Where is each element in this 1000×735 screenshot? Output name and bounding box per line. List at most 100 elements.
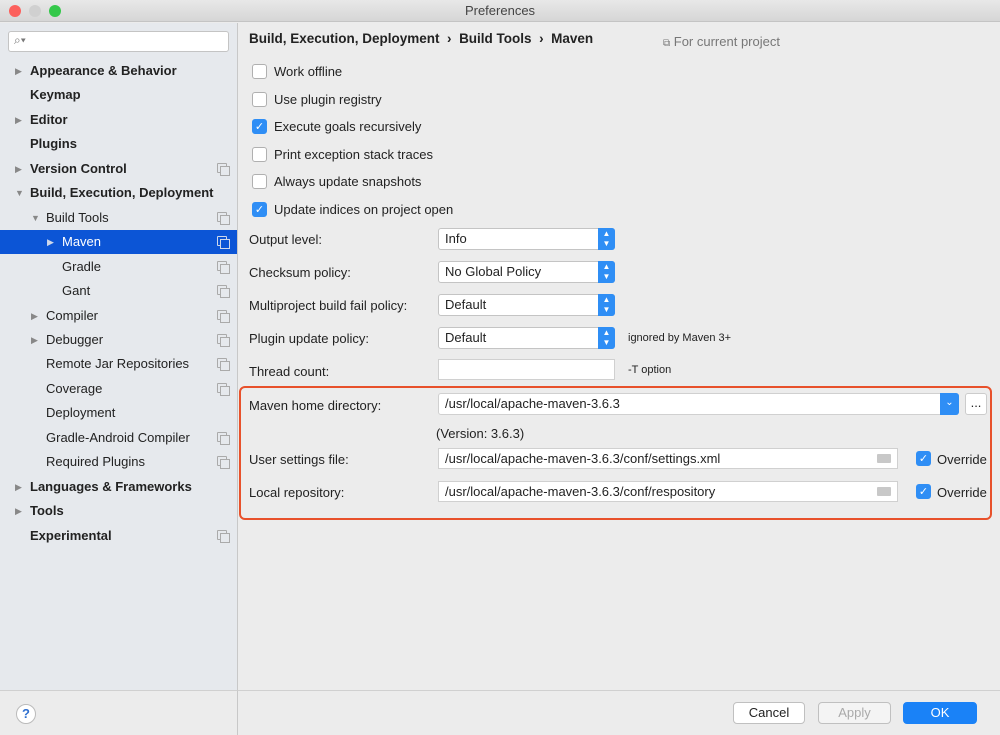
- checkbox-label[interactable]: Use plugin registry: [274, 92, 382, 107]
- local-repo-label: Local repository:: [249, 485, 345, 500]
- expand-arrow-icon[interactable]: ▶: [47, 230, 54, 254]
- folder-icon[interactable]: [877, 454, 891, 463]
- sidebar-item[interactable]: Coverage: [0, 377, 237, 401]
- checkbox[interactable]: [252, 91, 267, 107]
- sidebar-item-label: Languages & Frameworks: [30, 478, 192, 494]
- thread-count-input[interactable]: [438, 359, 615, 380]
- project-scope-icon: [217, 456, 230, 470]
- close-window-button[interactable]: [9, 5, 21, 17]
- project-scope-icon: [217, 529, 230, 543]
- maven-home-label: Maven home directory:: [249, 398, 382, 413]
- expand-arrow-icon[interactable]: ▶: [15, 59, 22, 83]
- local-repo-input[interactable]: /usr/local/apache-maven-3.6.3/conf/respo…: [438, 481, 898, 502]
- sidebar-item[interactable]: ▶ Debugger: [0, 328, 237, 352]
- sidebar-item-label: Maven: [62, 234, 102, 250]
- sidebar-item[interactable]: ▶ Editor: [0, 108, 237, 132]
- project-scope-icon: [217, 333, 230, 347]
- expand-arrow-icon[interactable]: ▶: [31, 304, 38, 328]
- cancel-button[interactable]: Cancel: [733, 702, 805, 724]
- ok-button[interactable]: OK: [903, 702, 977, 724]
- sidebar-item[interactable]: ▶ Appearance & Behavior: [0, 59, 237, 83]
- expand-arrow-icon[interactable]: ▶: [15, 475, 22, 499]
- sidebar-item[interactable]: Experimental: [0, 524, 237, 548]
- user-settings-input[interactable]: /usr/local/apache-maven-3.6.3/conf/setti…: [438, 448, 898, 469]
- checkbox-label[interactable]: Work offline: [274, 64, 342, 79]
- updown-icon: ▲ ▼: [598, 228, 615, 250]
- sidebar-item[interactable]: ▶ Maven: [0, 230, 237, 255]
- thread-count-label: Thread count:: [249, 364, 330, 379]
- sidebar-item[interactable]: Required Plugins: [0, 450, 237, 474]
- settings-sidebar: ⌕▾ ▶ Appearance & Behavior Keymap ▶ Editor Pl…: [0, 23, 238, 690]
- checkbox[interactable]: ✓: [252, 119, 267, 134]
- checkbox[interactable]: [252, 146, 267, 162]
- breadcrumb-separator: ›: [447, 31, 452, 46]
- sidebar-item[interactable]: ▶ Compiler: [0, 304, 237, 328]
- breadcrumb-separator: ›: [539, 31, 544, 46]
- sidebar-item[interactable]: Gant: [0, 279, 237, 303]
- output-level-select[interactable]: Info ▲ ▼: [438, 228, 615, 250]
- sidebar-item[interactable]: ▶ Version Control: [0, 157, 237, 181]
- checksum-policy-select[interactable]: No Global Policy ▲ ▼: [438, 261, 615, 283]
- checkbox-label[interactable]: Print exception stack traces: [274, 147, 433, 162]
- checkbox-label[interactable]: Execute goals recursively: [274, 119, 421, 134]
- sidebar-item[interactable]: Plugins: [0, 132, 237, 156]
- breadcrumb-item: Build, Execution, Deployment: [249, 31, 440, 46]
- checkbox-label[interactable]: Always update snapshots: [274, 174, 421, 189]
- sidebar-item[interactable]: ▶ Tools: [0, 499, 237, 523]
- output-level-label: Output level:: [249, 232, 322, 247]
- checkbox[interactable]: [252, 174, 267, 189]
- plugin-update-policy-select[interactable]: Default ▲ ▼: [438, 327, 615, 349]
- sidebar-item-label: Keymap: [30, 87, 81, 103]
- chevron-down-icon[interactable]: ⌄: [940, 393, 959, 415]
- maximize-window-button[interactable]: [49, 5, 61, 17]
- expand-arrow-icon[interactable]: ▶: [15, 499, 22, 523]
- collapse-arrow-icon[interactable]: ▼: [15, 181, 24, 205]
- collapse-arrow-icon[interactable]: ▼: [31, 206, 40, 230]
- updown-icon: ▲ ▼: [598, 261, 615, 283]
- plugin-update-policy-value: Default: [445, 330, 487, 345]
- apply-button[interactable]: Apply: [818, 702, 891, 724]
- sidebar-item[interactable]: ▼ Build, Execution, Deployment: [0, 181, 237, 205]
- sidebar-item[interactable]: Keymap: [0, 83, 237, 107]
- sidebar-item[interactable]: Gradle-Android Compiler: [0, 426, 237, 450]
- output-level-value: Info: [445, 231, 467, 246]
- sidebar-item[interactable]: Gradle: [0, 255, 237, 279]
- sidebar-item-label: Build, Execution, Deployment: [30, 185, 214, 201]
- plugin-update-hint: ignored by Maven 3+: [628, 332, 732, 344]
- breadcrumb: Build, Execution, Deployment › Build Too…: [249, 31, 593, 46]
- sidebar-item-label: Tools: [30, 503, 64, 519]
- checksum-policy-value: No Global Policy: [445, 264, 542, 279]
- override-label: Override: [937, 452, 987, 467]
- sidebar-item[interactable]: Deployment: [0, 401, 237, 425]
- local-repo-override-checkbox[interactable]: ✓: [916, 484, 931, 499]
- sidebar-item[interactable]: ▶ Languages & Frameworks: [0, 475, 237, 499]
- checksum-policy-label: Checksum policy:: [249, 265, 351, 280]
- checkbox[interactable]: ✓: [252, 201, 267, 217]
- maven-home-combobox[interactable]: /usr/local/apache-maven-3.6.3 ⌄: [438, 393, 959, 415]
- scope-text: For current project: [673, 34, 780, 49]
- minimize-window-button[interactable]: [29, 5, 41, 17]
- browse-label: ...: [970, 395, 982, 410]
- maven-version-text: (Version: 3.6.3): [436, 426, 525, 441]
- browse-button[interactable]: ...: [965, 393, 987, 415]
- expand-arrow-icon[interactable]: ▶: [15, 108, 22, 132]
- scope-label: ⧉ For current project: [663, 34, 780, 49]
- help-button[interactable]: ?: [16, 704, 36, 724]
- checkbox-label[interactable]: Update indices on project open: [274, 202, 453, 217]
- sidebar-item[interactable]: Remote Jar Repositories: [0, 352, 237, 376]
- help-icon: ?: [22, 706, 30, 721]
- user-settings-override-checkbox[interactable]: ✓: [916, 451, 931, 466]
- expand-arrow-icon[interactable]: ▶: [15, 157, 22, 181]
- sidebar-item-label: Gradle-Android Compiler: [46, 429, 190, 445]
- folder-icon[interactable]: [877, 487, 891, 496]
- checkbox[interactable]: [252, 64, 267, 79]
- window-title: Preferences: [464, 3, 536, 18]
- project-scope-icon: [217, 285, 230, 299]
- sidebar-item-label: Gant: [62, 283, 91, 299]
- sidebar-item-label: Plugins: [30, 136, 77, 152]
- project-scope-icon: [217, 236, 230, 250]
- expand-arrow-icon[interactable]: ▶: [31, 328, 38, 352]
- sidebar-item[interactable]: ▼ Build Tools: [0, 206, 237, 230]
- search-input[interactable]: ⌕▾: [8, 31, 229, 52]
- multiproject-policy-select[interactable]: Default ▲ ▼: [438, 294, 615, 316]
